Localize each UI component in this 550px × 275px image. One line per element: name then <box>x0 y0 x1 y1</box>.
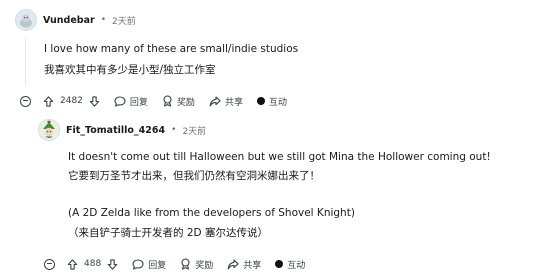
reply-button[interactable]: 回复 <box>114 95 148 108</box>
downvote-button[interactable] <box>107 258 118 270</box>
share-icon <box>227 258 239 269</box>
upvote-button[interactable] <box>43 95 54 107</box>
comment-text-en: I love how many of these are small/indie… <box>44 43 299 55</box>
vote-count: 2482 <box>60 96 83 106</box>
timestamp[interactable]: 2天前 <box>112 14 136 27</box>
reply-label: 回复 <box>148 260 167 271</box>
vote-group: 2482 <box>43 95 100 107</box>
avatar[interactable] <box>38 119 60 141</box>
award-label: 奖励 <box>195 260 214 271</box>
collapse-button[interactable] <box>20 95 31 107</box>
separator-dot: • <box>100 15 106 25</box>
collapse-icon <box>20 95 31 107</box>
award-button[interactable]: 奖励 <box>162 95 195 108</box>
separator-dot: • <box>171 125 177 135</box>
reply-icon <box>114 95 126 107</box>
share-button[interactable]: 共享 <box>227 258 261 271</box>
collapse-icon <box>44 258 55 270</box>
downvote-icon <box>89 95 100 107</box>
award-icon <box>163 95 172 107</box>
timestamp[interactable]: 2天前 <box>182 124 206 137</box>
comment-text-en: It doesn't come out till Halloween but w… <box>68 151 491 163</box>
award-icon <box>181 258 190 270</box>
username[interactable]: Fit_Tomatillo_4264 <box>66 125 165 136</box>
reply-label: 回复 <box>129 97 148 108</box>
upvote-button[interactable] <box>67 258 78 270</box>
expand-button[interactable] <box>44 258 55 270</box>
avatar[interactable] <box>15 9 37 31</box>
award-button[interactable]: 奖励 <box>180 258 213 271</box>
share-label: 共享 <box>243 260 262 271</box>
interact-icon <box>275 260 284 268</box>
comment-actions: 488 回复 奖励 共享 互动 <box>44 256 319 272</box>
reply-icon <box>132 258 144 270</box>
comment-text-zh: （来自铲子骑士开发者的 2D 塞尔达传说） <box>68 227 268 239</box>
share-label: 共享 <box>224 97 243 108</box>
comment-thread: Vundebar • 2天前 I love how many of these … <box>0 0 550 275</box>
downvote-icon <box>108 258 118 270</box>
interact-button[interactable]: 互动 <box>256 95 287 108</box>
interact-label: 互动 <box>268 97 287 108</box>
interact-icon <box>256 97 265 105</box>
award-label: 奖励 <box>176 97 195 108</box>
share-button[interactable]: 共享 <box>209 95 243 108</box>
upvote-icon <box>43 95 54 107</box>
upvote-icon <box>67 258 78 270</box>
interact-label: 互动 <box>287 260 306 271</box>
vote-group: 488 <box>67 258 118 270</box>
comment-text-zh: 它要到万圣节才出来，但我们仍然有空洞米娜出来了！ <box>68 170 320 182</box>
downvote-button[interactable] <box>89 95 100 107</box>
comment-text-zh: 我喜欢其中有多少是小型/独立工作室 <box>44 64 216 76</box>
reply-button[interactable]: 回复 <box>132 258 166 271</box>
comment-header: Vundebar • 2天前 <box>15 9 136 31</box>
comment-text-en: (A 2D Zelda like from the developers of … <box>68 207 355 219</box>
thread-line[interactable] <box>25 37 26 85</box>
share-icon <box>209 95 221 106</box>
comment-header: Fit_Tomatillo_4264 • 2天前 <box>38 119 206 141</box>
vote-count: 488 <box>84 259 102 269</box>
username[interactable]: Vundebar <box>43 15 95 26</box>
interact-button[interactable]: 互动 <box>275 258 305 271</box>
comment-actions: 2482 回复 奖励 共享 互动 <box>20 93 301 109</box>
